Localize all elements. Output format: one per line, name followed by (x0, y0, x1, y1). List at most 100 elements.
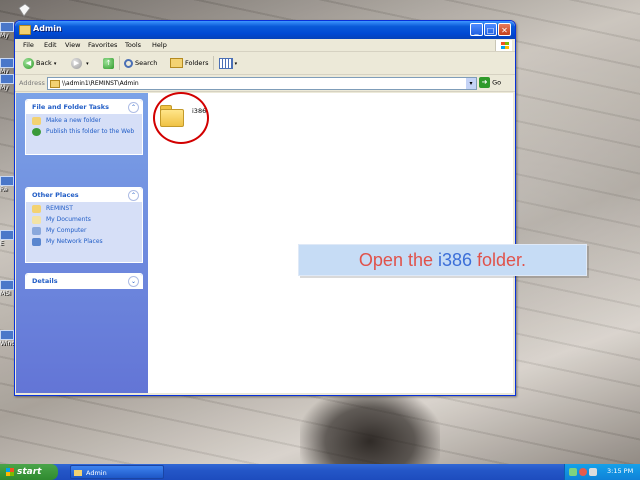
address-label: Address (19, 79, 45, 87)
collapse-icon[interactable]: ⌃ (128, 102, 139, 113)
menu-help[interactable]: Help (152, 41, 167, 49)
folders-label: Folders (185, 59, 209, 67)
folders-icon (170, 58, 183, 68)
start-label: start (17, 467, 42, 477)
security-icon[interactable] (579, 468, 587, 476)
network-places-icon (32, 238, 41, 246)
taskbar-window-button[interactable]: Admin (70, 465, 164, 479)
file-list[interactable]: i386 (148, 92, 513, 393)
desktop-icon-recycle-bin[interactable]: Re (0, 176, 14, 194)
place-my-network-places[interactable]: My Network Places (32, 238, 142, 246)
place-label: My Documents (46, 216, 91, 223)
clock[interactable]: 3:15 PM (607, 467, 633, 475)
publish-web-icon (32, 128, 41, 136)
desktop-icon-label: MSI (0, 290, 11, 297)
panel-title: Other Places (32, 191, 79, 199)
menu-view[interactable]: View (65, 41, 80, 49)
panel-header[interactable]: Other Places ⌃ (26, 188, 142, 202)
document-icon (18, 3, 31, 17)
place-my-documents[interactable]: My Documents (32, 216, 142, 224)
windows-logo-icon (6, 467, 14, 476)
desktop-icon-my-documents[interactable]: My (0, 22, 14, 40)
windows-logo-icon (495, 40, 512, 51)
place-reminst[interactable]: REMINST (32, 205, 142, 213)
network-icon[interactable] (569, 468, 577, 476)
folder-item-i386[interactable]: i386 (153, 92, 214, 157)
explorer-window: Admin _ □ ✕ File Edit View Favorites Too… (14, 20, 516, 396)
place-label: My Computer (46, 227, 87, 234)
search-icon (124, 58, 133, 68)
start-button[interactable]: start (0, 464, 58, 480)
task-label: Make a new folder (46, 117, 102, 124)
taskbar-window-label: Admin (86, 469, 107, 477)
close-button[interactable]: ✕ (498, 23, 511, 36)
collapse-icon[interactable]: ⌃ (128, 190, 139, 201)
instruction-callout: Open the i386 folder. (298, 244, 587, 276)
search-label: Search (135, 59, 158, 67)
menu-bar: File Edit View Favorites Tools Help (15, 39, 515, 52)
my-computer-icon (32, 227, 41, 235)
place-label: REMINST (46, 205, 73, 212)
window-titlebar[interactable]: Admin _ □ ✕ (15, 21, 515, 39)
maximize-button[interactable]: □ (484, 23, 497, 36)
toolbar: ◀ Back ▾ ▶ ▾ ↑ Search Folders ▾ (15, 52, 515, 75)
back-button[interactable]: ◀ Back ▾ (23, 56, 56, 70)
desktop-icon-label: Re (0, 186, 8, 193)
toolbar-separator (213, 56, 214, 70)
menu-tools[interactable]: Tools (125, 41, 141, 49)
dropdown-arrow-icon[interactable]: ▾ (86, 61, 89, 67)
menu-file[interactable]: File (23, 41, 34, 49)
views-icon (219, 57, 233, 69)
desktop-corner-icon[interactable] (16, 2, 32, 18)
panel-header[interactable]: Details ⌄ (26, 274, 142, 288)
go-button[interactable]: ➜ Go (479, 77, 501, 88)
toolbar-separator (119, 56, 120, 70)
details-panel: Details ⌄ (25, 273, 143, 289)
desktop-icon-label: E (0, 240, 4, 247)
task-make-new-folder[interactable]: Make a new folder (32, 117, 142, 125)
search-button[interactable]: Search (124, 56, 157, 70)
instruction-highlight: i386 (437, 250, 473, 270)
minimize-button[interactable]: _ (470, 23, 483, 36)
place-my-computer[interactable]: My Computer (32, 227, 142, 235)
forward-arrow-icon: ▶ (71, 57, 82, 69)
folders-button[interactable]: Folders (170, 56, 208, 70)
file-folder-tasks-panel: File and Folder Tasks ⌃ Make a new folde… (25, 99, 143, 155)
new-folder-icon (32, 117, 41, 125)
desktop-icon-label: My (0, 32, 9, 39)
menu-edit[interactable]: Edit (44, 41, 57, 49)
menu-favorites[interactable]: Favorites (88, 41, 117, 49)
views-button[interactable]: ▾ (219, 56, 237, 70)
go-label: Go (492, 78, 502, 87)
my-documents-icon (32, 216, 41, 224)
instruction-text: folder. (472, 250, 527, 270)
address-input[interactable]: \\admin1\REMINST\Admin ▾ (47, 77, 477, 90)
up-folder-button[interactable]: ↑ (103, 56, 116, 70)
taskbar: start Admin 3:15 PM (0, 464, 640, 480)
address-bar: Address \\admin1\REMINST\Admin ▾ ➜ Go (15, 75, 515, 92)
dropdown-arrow-icon: ▾ (233, 61, 238, 67)
forward-button[interactable]: ▶ ▾ (71, 56, 89, 70)
desktop-icon-msi[interactable]: MSI (0, 280, 14, 298)
desktop-icon-e[interactable]: E (0, 230, 14, 248)
expand-icon[interactable]: ⌄ (128, 276, 139, 287)
panel-header[interactable]: File and Folder Tasks ⌃ (26, 100, 142, 114)
go-arrow-icon: ➜ (479, 77, 490, 88)
folder-icon (74, 470, 82, 476)
instruction-text: Open the (358, 250, 438, 270)
desktop-icon-label: Wind (0, 340, 16, 347)
task-label: Publish this folder to the Web (46, 128, 135, 135)
dropdown-arrow-icon[interactable]: ▾ (54, 61, 57, 67)
shared-folder-icon (32, 205, 41, 213)
volume-icon[interactable] (589, 468, 597, 476)
address-dropdown-button[interactable]: ▾ (466, 78, 476, 89)
panel-title: Details (32, 277, 58, 285)
desktop-icon-my-network[interactable]: My (0, 74, 14, 92)
highlight-circle (153, 92, 209, 144)
panel-title: File and Folder Tasks (32, 103, 109, 111)
back-arrow-icon: ◀ (23, 57, 34, 69)
address-value: \\admin1\REMINST\Admin (62, 80, 139, 87)
desktop-icon-windows[interactable]: Wind (0, 330, 16, 348)
back-label: Back (36, 59, 52, 67)
task-publish-to-web[interactable]: Publish this folder to the Web (32, 128, 142, 136)
